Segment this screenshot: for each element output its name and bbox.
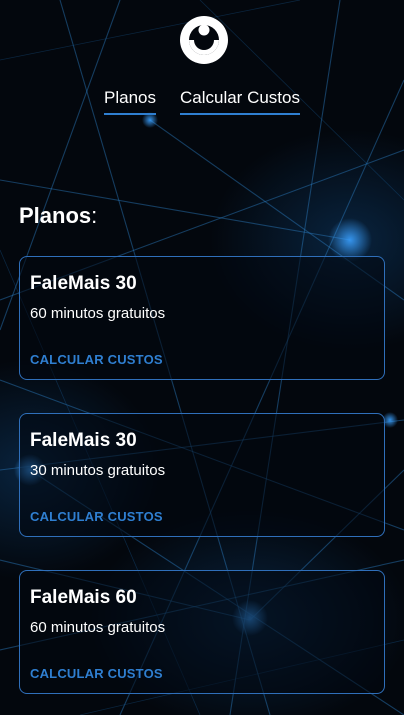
moon-smile-logo-icon	[180, 16, 228, 64]
section-title-colon: :	[91, 203, 98, 228]
nav-link-calcular-custos[interactable]: Calcular Custos	[179, 88, 300, 115]
top-navigation: Planos Calcular Custos	[0, 88, 404, 115]
plan-card: FaleMais 30 30 minutos gratuitos CALCULA…	[19, 413, 385, 537]
calculate-costs-button[interactable]: CALCULAR CUSTOS	[30, 352, 163, 368]
plan-card: FaleMais 60 60 minutos gratuitos CALCULA…	[19, 570, 385, 694]
plan-name: FaleMais 30	[30, 430, 137, 451]
section-title: Planos:	[19, 202, 97, 230]
calculate-costs-button[interactable]: CALCULAR CUSTOS	[30, 509, 163, 525]
plan-card: FaleMais 30 60 minutos gratuitos CALCULA…	[19, 256, 385, 380]
page: Planos Calcular Custos Planos: FaleMais …	[0, 0, 404, 715]
calculate-costs-button[interactable]: CALCULAR CUSTOS	[30, 666, 163, 682]
plan-minutes: 30 minutos gratuitos	[30, 462, 166, 479]
section-title-text: Planos	[19, 203, 92, 228]
plan-minutes: 60 minutos gratuitos	[30, 305, 166, 322]
nav-link-planos[interactable]: Planos	[104, 88, 156, 115]
plan-name: FaleMais 60	[30, 587, 137, 608]
plan-minutes: 60 minutos gratuitos	[30, 619, 166, 636]
plan-name: FaleMais 30	[30, 273, 137, 294]
